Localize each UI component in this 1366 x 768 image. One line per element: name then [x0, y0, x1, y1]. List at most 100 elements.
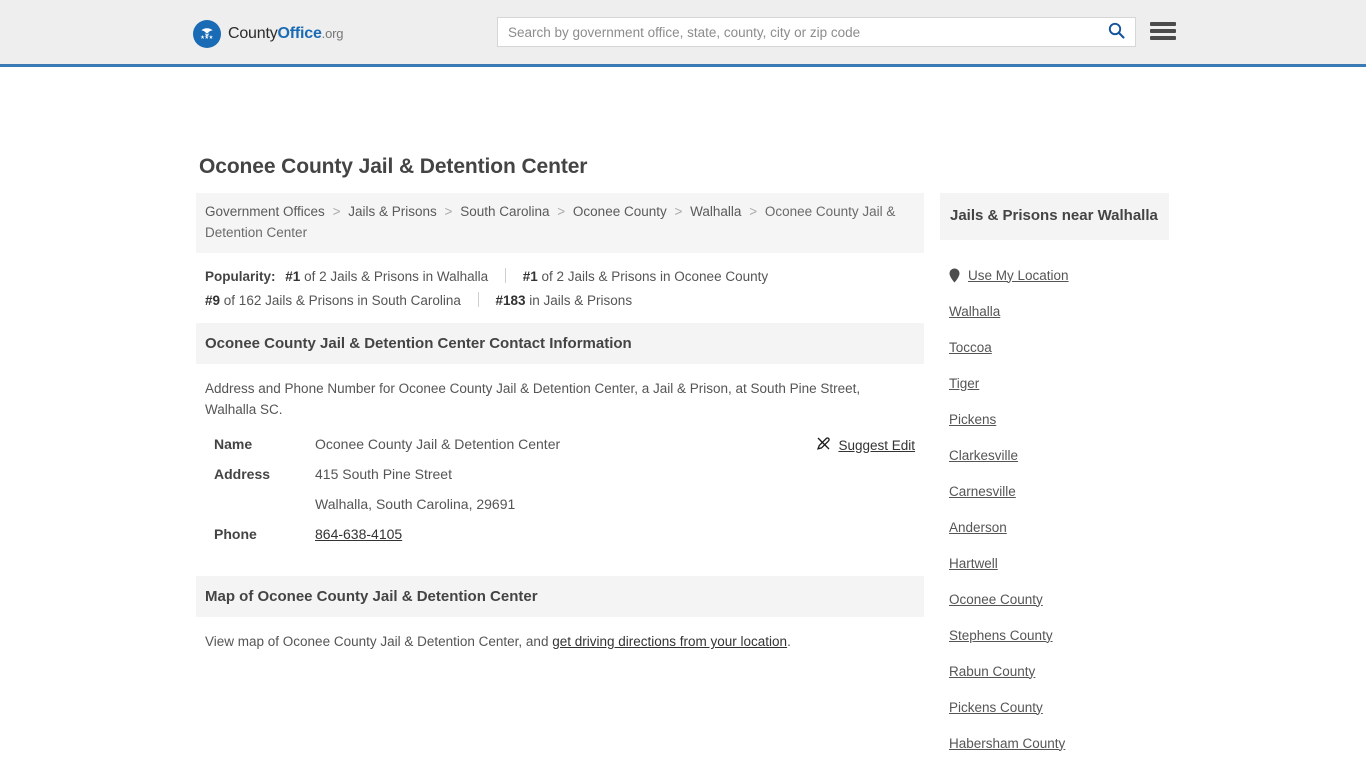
- detail-row-name: Name Oconee County Jail & Detention Cent…: [205, 436, 915, 452]
- detail-value-city-state-zip: Walhalla, South Carolina, 29691: [315, 496, 516, 512]
- site-logo-text: CountyOffice.org: [228, 25, 343, 43]
- sidebar-item-use-my-location[interactable]: Use My Location: [940, 257, 1169, 293]
- sidebar-item-habersham-county[interactable]: Habersham County: [940, 725, 1169, 761]
- sidebar-item-hartwell[interactable]: Hartwell: [940, 545, 1169, 581]
- detail-label: Phone: [214, 526, 257, 542]
- detail-value-phone: 864-638-4105: [315, 526, 402, 542]
- site-logo[interactable]: CountyOffice.org: [193, 20, 343, 48]
- popularity-rank: #1: [522, 269, 538, 284]
- sidebar-item-label[interactable]: Use My Location: [968, 268, 1069, 283]
- sidebar-item-label[interactable]: Anderson: [949, 520, 1007, 535]
- popularity-rank: #9: [205, 293, 221, 308]
- sidebar-item-label[interactable]: Pickens: [949, 412, 996, 427]
- sidebar-item-walhalla[interactable]: Walhalla: [940, 293, 1169, 329]
- sidebar-item-pickens[interactable]: Pickens: [940, 401, 1169, 437]
- detail-row-city-state-zip: Walhalla, South Carolina, 29691: [205, 496, 915, 512]
- sidebar-item-clarkesville[interactable]: Clarkesville: [940, 437, 1169, 473]
- sidebar-item-carnesville[interactable]: Carnesville: [940, 473, 1169, 509]
- sidebar-item-label[interactable]: Carnesville: [949, 484, 1016, 499]
- breadcrumb-item-walhalla[interactable]: Walhalla: [690, 204, 741, 219]
- edit-pencil-icon: [816, 436, 831, 454]
- detail-row-phone: Phone 864-638-4105: [205, 526, 915, 542]
- map-section-heading: Map of Oconee County Jail & Detention Ce…: [196, 576, 924, 617]
- popularity-text: of 2 Jails & Prisons in Walhalla: [304, 269, 489, 284]
- search-input[interactable]: [498, 18, 1097, 46]
- contact-section-heading: Oconee County Jail & Detention Center Co…: [196, 323, 924, 364]
- detail-value-name: Oconee County Jail & Detention Center: [315, 436, 561, 452]
- search-bar[interactable]: [497, 17, 1136, 47]
- map-section-body: View map of Oconee County Jail & Detenti…: [196, 617, 924, 652]
- site-header: CountyOffice.org: [0, 0, 1366, 67]
- breadcrumb-separator: >: [674, 204, 683, 219]
- main-column: Government Offices > Jails & Prisons > S…: [196, 193, 924, 652]
- sidebar-item-label[interactable]: Rabun County: [949, 664, 1035, 679]
- contact-details-table: Suggest Edit Name Oconee County Jail & D…: [205, 436, 915, 542]
- detail-label: Name: [214, 436, 253, 452]
- logo-text-part3: .org: [321, 26, 344, 41]
- sidebar-item-oconee-county[interactable]: Oconee County: [940, 581, 1169, 617]
- sidebar-item-rabun-county[interactable]: Rabun County: [940, 653, 1169, 689]
- map-section-description: View map of Oconee County Jail & Detenti…: [205, 631, 915, 652]
- breadcrumb-separator: >: [557, 204, 566, 219]
- popularity-divider: [504, 268, 506, 283]
- hamburger-bar: [1150, 29, 1176, 33]
- suggest-edit-label: Suggest Edit: [838, 437, 915, 453]
- popularity-text: of 162 Jails & Prisons in South Carolina: [223, 293, 461, 308]
- popularity-item-2: #1 of 2 Jails & Prisons in Oconee County: [523, 269, 768, 284]
- map-text-before: View map of Oconee County Jail & Detenti…: [205, 634, 553, 649]
- popularity-rank: #183: [495, 293, 526, 308]
- sidebar-item-pickens-county[interactable]: Pickens County: [940, 689, 1169, 725]
- sidebar: Jails & Prisons near Walhalla Use My Loc…: [940, 193, 1169, 761]
- sidebar-item-label[interactable]: Stephens County: [949, 628, 1053, 643]
- breadcrumb-separator: >: [332, 204, 341, 219]
- popularity-divider: [477, 292, 479, 307]
- breadcrumb-item-south-carolina[interactable]: South Carolina: [460, 204, 549, 219]
- suggest-edit-button[interactable]: Suggest Edit: [816, 436, 915, 454]
- sidebar-nearby-list: Use My Location Walhalla Toccoa Tiger Pi…: [940, 240, 1169, 761]
- detail-label: Address: [214, 466, 271, 482]
- popularity-stats: Popularity: #1 of 2 Jails & Prisons in W…: [196, 253, 924, 323]
- search-icon: [1108, 22, 1125, 42]
- sidebar-item-label[interactable]: Clarkesville: [949, 448, 1018, 463]
- popularity-item-3: #9 of 162 Jails & Prisons in South Carol…: [205, 293, 465, 308]
- search-button[interactable]: [1097, 18, 1135, 46]
- popularity-text: of 2 Jails & Prisons in Oconee County: [541, 269, 769, 284]
- phone-link[interactable]: 864-638-4105: [315, 526, 402, 542]
- sidebar-item-tiger[interactable]: Tiger: [940, 365, 1169, 401]
- sidebar-item-label[interactable]: Oconee County: [949, 592, 1043, 607]
- breadcrumb-item-government-offices[interactable]: Government Offices: [205, 204, 325, 219]
- hamburger-bar: [1150, 36, 1176, 40]
- sidebar-item-label[interactable]: Toccoa: [949, 340, 992, 355]
- logo-text-part1: County: [228, 25, 278, 42]
- sidebar-item-anderson[interactable]: Anderson: [940, 509, 1169, 545]
- popularity-text: in Jails & Prisons: [529, 293, 633, 308]
- sidebar-item-label[interactable]: Pickens County: [949, 700, 1043, 715]
- driving-directions-link[interactable]: get driving directions from your locatio…: [552, 634, 787, 649]
- detail-value-street: 415 South Pine Street: [315, 466, 452, 482]
- sidebar-item-stephens-county[interactable]: Stephens County: [940, 617, 1169, 653]
- sidebar-item-label[interactable]: Tiger: [949, 376, 979, 391]
- page-title: Oconee County Jail & Detention Center: [199, 155, 588, 178]
- popularity-item-4: #183 in Jails & Prisons: [495, 293, 632, 308]
- popularity-item-1: #1 of 2 Jails & Prisons in Walhalla: [285, 269, 492, 284]
- contact-information-section: Oconee County Jail & Detention Center Co…: [196, 323, 924, 542]
- map-text-after: .: [787, 634, 791, 649]
- detail-row-address: Address 415 South Pine Street: [205, 466, 915, 482]
- eagle-shield-logo-icon: [193, 20, 221, 48]
- logo-text-part2: Office: [277, 25, 322, 42]
- sidebar-item-label[interactable]: Hartwell: [949, 556, 998, 571]
- sidebar-item-toccoa[interactable]: Toccoa: [940, 329, 1169, 365]
- sidebar-heading: Jails & Prisons near Walhalla: [940, 193, 1169, 240]
- hamburger-bar: [1150, 22, 1176, 26]
- contact-section-description: Address and Phone Number for Oconee Coun…: [205, 381, 861, 417]
- hamburger-menu-icon[interactable]: [1150, 20, 1176, 42]
- map-section: Map of Oconee County Jail & Detention Ce…: [196, 576, 924, 652]
- breadcrumb-item-jails-prisons[interactable]: Jails & Prisons: [348, 204, 437, 219]
- sidebar-item-label[interactable]: Habersham County: [949, 736, 1065, 751]
- map-pin-icon: [949, 268, 960, 283]
- popularity-rank: #1: [285, 269, 301, 284]
- sidebar-item-label[interactable]: Walhalla: [949, 304, 1000, 319]
- breadcrumb: Government Offices > Jails & Prisons > S…: [196, 193, 924, 253]
- contact-section-body: Address and Phone Number for Oconee Coun…: [196, 364, 924, 542]
- breadcrumb-item-oconee-county[interactable]: Oconee County: [573, 204, 667, 219]
